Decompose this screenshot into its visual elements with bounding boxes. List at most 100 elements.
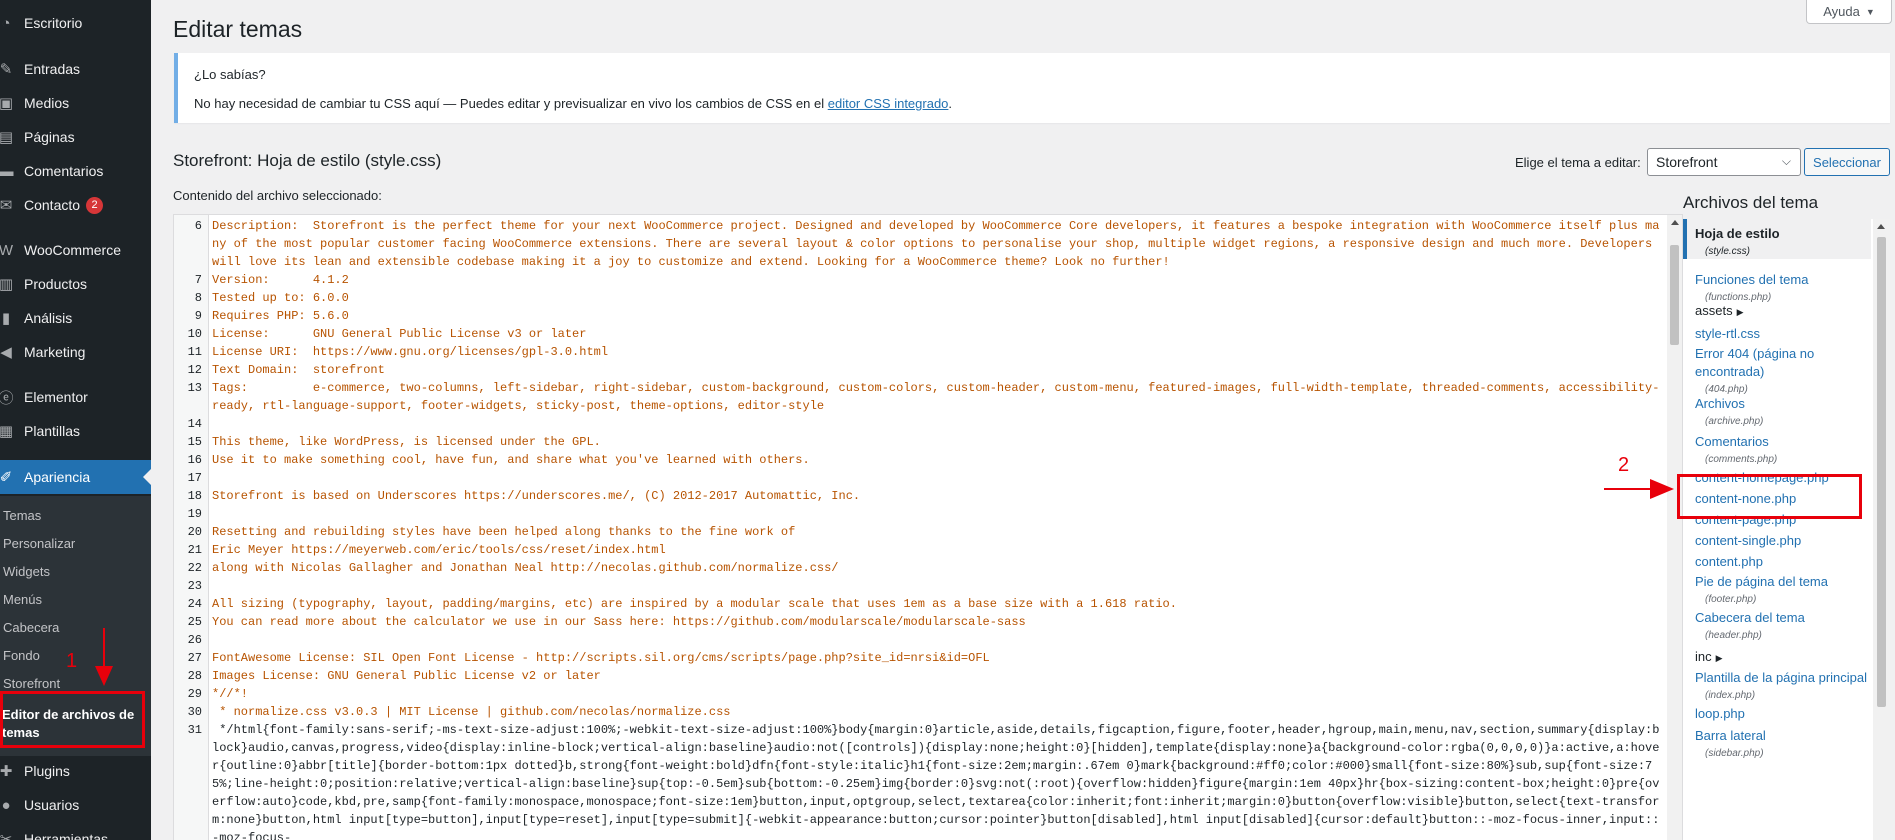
code-line[interactable]: Tags: e-commerce, two-columns, left-side…: [208, 379, 1664, 415]
select-theme-button[interactable]: Seleccionar: [1804, 148, 1890, 176]
sidebar-item-3[interactable]: ▤ Páginas: [0, 120, 151, 154]
sidebar-item-7[interactable]: ▥ Productos: [0, 267, 151, 301]
theme-file-item[interactable]: Pie de página del tema (footer.php): [1695, 573, 1871, 609]
code-line[interactable]: Tested up to: 6.0.0: [208, 289, 1664, 307]
code-line[interactable]: FontAwesome License: SIL Open Font Licen…: [208, 649, 1664, 667]
theme-file-item[interactable]: Comentarios (comments.php): [1695, 433, 1871, 469]
code-line[interactable]: along with Nicolas Gallagher and Jonatha…: [208, 559, 1664, 577]
code-line[interactable]: */html{font-family:sans-serif;-ms-text-s…: [208, 721, 1664, 840]
sidebar-item-12[interactable]: ✐ Apariencia: [0, 460, 151, 494]
sidebar-item-10[interactable]: ⓔ Elementor: [0, 380, 151, 414]
line-number: 25: [187, 615, 202, 629]
chevron-down-icon: ⌵: [1781, 154, 1791, 168]
code-editor[interactable]: 6 7 8 9 10 11 12 13 14 15 16 17 18 19 20 21 22 23 24 25 26 27…: [173, 214, 1683, 840]
sidebar-item-11[interactable]: ▦ Plantillas: [0, 414, 151, 448]
theme-file-name[interactable]: Hoja de estilo: [1695, 225, 1871, 243]
files-scroll-thumb[interactable]: [1877, 237, 1886, 707]
sidebar-item-14[interactable]: ● Usuarios: [0, 788, 151, 822]
theme-file-name[interactable]: Funciones del tema: [1695, 271, 1871, 289]
help-tab-button[interactable]: Ayuda ▼: [1806, 0, 1892, 24]
theme-file-name[interactable]: Error 404 (página no encontrada): [1695, 345, 1871, 381]
sidebar-item-8[interactable]: ▮ Análisis: [0, 301, 151, 335]
theme-file-item[interactable]: Error 404 (página no encontrada) (404.php…: [1695, 345, 1871, 399]
theme-select[interactable]: Storefront ⌵: [1647, 148, 1801, 176]
sidebar-item-0[interactable]: ◔ Escritorio: [0, 6, 151, 40]
code-line[interactable]: Storefront is based on Underscores https…: [208, 487, 1664, 505]
code-line[interactable]: Use it to make something cool, have fun,…: [208, 451, 1664, 469]
submenu-item-6[interactable]: Storefront: [3, 676, 60, 691]
folder-inc[interactable]: inc ▶: [1695, 649, 1723, 664]
submenu-item-1[interactable]: Personalizar: [3, 536, 75, 551]
sidebar-item-2[interactable]: ▣ Medios: [0, 86, 151, 120]
line-number: 12: [187, 363, 202, 377]
theme-file-item[interactable]: loop.php: [1695, 705, 1871, 723]
sidebar-item-5[interactable]: ✉ Contacto 2: [0, 188, 151, 222]
theme-select-label: Elige el tema a editar:: [1515, 155, 1641, 170]
submenu-item-4[interactable]: Cabecera: [3, 620, 59, 635]
sidebar-item-4[interactable]: ▬ Comentarios: [0, 154, 151, 188]
theme-file-name[interactable]: Archivos: [1695, 395, 1871, 413]
theme-file-item[interactable]: Cabecera del tema (header.php): [1695, 609, 1871, 645]
code-line[interactable]: License: GNU General Public License v3 o…: [208, 325, 1664, 343]
theme-file-name[interactable]: loop.php: [1695, 705, 1871, 723]
submenu-item-3[interactable]: Menús: [3, 592, 42, 607]
theme-file-item[interactable]: content-single.php: [1695, 532, 1871, 550]
expand-arrow-icon[interactable]: ▶: [1716, 653, 1723, 664]
theme-file-item[interactable]: content.php: [1695, 553, 1871, 571]
submenu-item-5[interactable]: Fondo: [3, 648, 40, 663]
theme-file-name[interactable]: Plantilla de la página principal: [1695, 669, 1871, 687]
code-line[interactable]: Text Domain: storefront: [208, 361, 1664, 379]
code-line[interactable]: You can read more about the calculator w…: [208, 613, 1664, 631]
media-icon: ▣: [0, 95, 14, 112]
theme-select-value: Storefront: [1656, 154, 1718, 170]
scroll-up-icon[interactable]: [1877, 224, 1885, 229]
theme-file-filename: (index.php): [1705, 690, 1756, 701]
analytics-icon: ▮: [1, 310, 11, 327]
editor-scrollbar[interactable]: [1667, 215, 1682, 840]
folder-assets[interactable]: assets ▶: [1695, 303, 1744, 318]
code-line[interactable]: Images License: GNU General Public Licen…: [208, 667, 1664, 685]
theme-file-name[interactable]: Barra lateral: [1695, 727, 1871, 745]
code-line[interactable]: Version: 4.1.2: [208, 271, 1664, 289]
scroll-up-icon[interactable]: [1671, 220, 1679, 225]
theme-file-item[interactable]: Funciones del tema (functions.php): [1695, 271, 1871, 307]
theme-file-item[interactable]: Barra lateral (sidebar.php): [1695, 727, 1871, 763]
theme-files-list: Hoja de estilo (style.css) Funciones del t…: [1683, 219, 1873, 840]
sidebar-item-1[interactable]: ✎ Entradas: [0, 52, 151, 86]
sidebar-item-15[interactable]: ✂ Herramientas: [0, 822, 151, 840]
code-line[interactable]: Description: Storefront is the perfect t…: [208, 217, 1664, 271]
theme-file-filename: (comments.php): [1705, 454, 1778, 465]
page-title: Editar temas: [173, 16, 303, 42]
theme-file-name[interactable]: Pie de página del tema: [1695, 573, 1871, 591]
submenu-item-2[interactable]: Widgets: [3, 564, 50, 579]
files-scrollbar[interactable]: [1873, 219, 1890, 840]
submenu-item-0[interactable]: Temas: [3, 508, 41, 523]
theme-file-name[interactable]: content-single.php: [1695, 532, 1871, 550]
sidebar-item-6[interactable]: W WooCommerce: [0, 233, 151, 267]
sidebar-item-13[interactable]: ✚ Plugins: [0, 754, 151, 788]
theme-file-item[interactable]: Plantilla de la página principal (index.p…: [1695, 669, 1871, 705]
code-line[interactable]: Requires PHP: 5.6.0: [208, 307, 1664, 325]
code-line[interactable]: This theme, like WordPress, is licensed …: [208, 433, 1664, 451]
theme-file-name[interactable]: Comentarios: [1695, 433, 1871, 451]
code-line[interactable]: * normalize.css v3.0.3 | MIT License | g…: [208, 703, 1664, 721]
line-number: 15: [187, 435, 202, 449]
code-line[interactable]: All sizing (typography, layout, padding/…: [208, 595, 1664, 613]
theme-file-name[interactable]: Cabecera del tema: [1695, 609, 1871, 627]
code-line[interactable]: License URI: https://www.gnu.org/license…: [208, 343, 1664, 361]
theme-file-name[interactable]: content.php: [1695, 553, 1871, 571]
code-line[interactable]: Resetting and rebuilding styles have bee…: [208, 523, 1664, 541]
theme-file-item[interactable]: style-rtl.css: [1695, 325, 1871, 343]
code-line[interactable]: Eric Meyer https://meyerweb.com/eric/too…: [208, 541, 1664, 559]
custom-css-editor-link[interactable]: editor CSS integrado: [828, 96, 949, 111]
theme-file-item[interactable]: Archivos (archive.php): [1695, 395, 1871, 431]
sidebar-item-9[interactable]: ◀ Marketing: [0, 335, 151, 369]
line-number: 9: [194, 309, 202, 323]
theme-file-item[interactable]: Hoja de estilo (style.css): [1683, 219, 1871, 259]
expand-arrow-icon[interactable]: ▶: [1737, 307, 1744, 318]
line-number: 11: [187, 345, 202, 359]
theme-file-name[interactable]: style-rtl.css: [1695, 325, 1871, 343]
line-number: 20: [187, 525, 202, 539]
code-line[interactable]: *//*!: [208, 685, 1664, 703]
editor-scroll-thumb[interactable]: [1670, 245, 1679, 345]
